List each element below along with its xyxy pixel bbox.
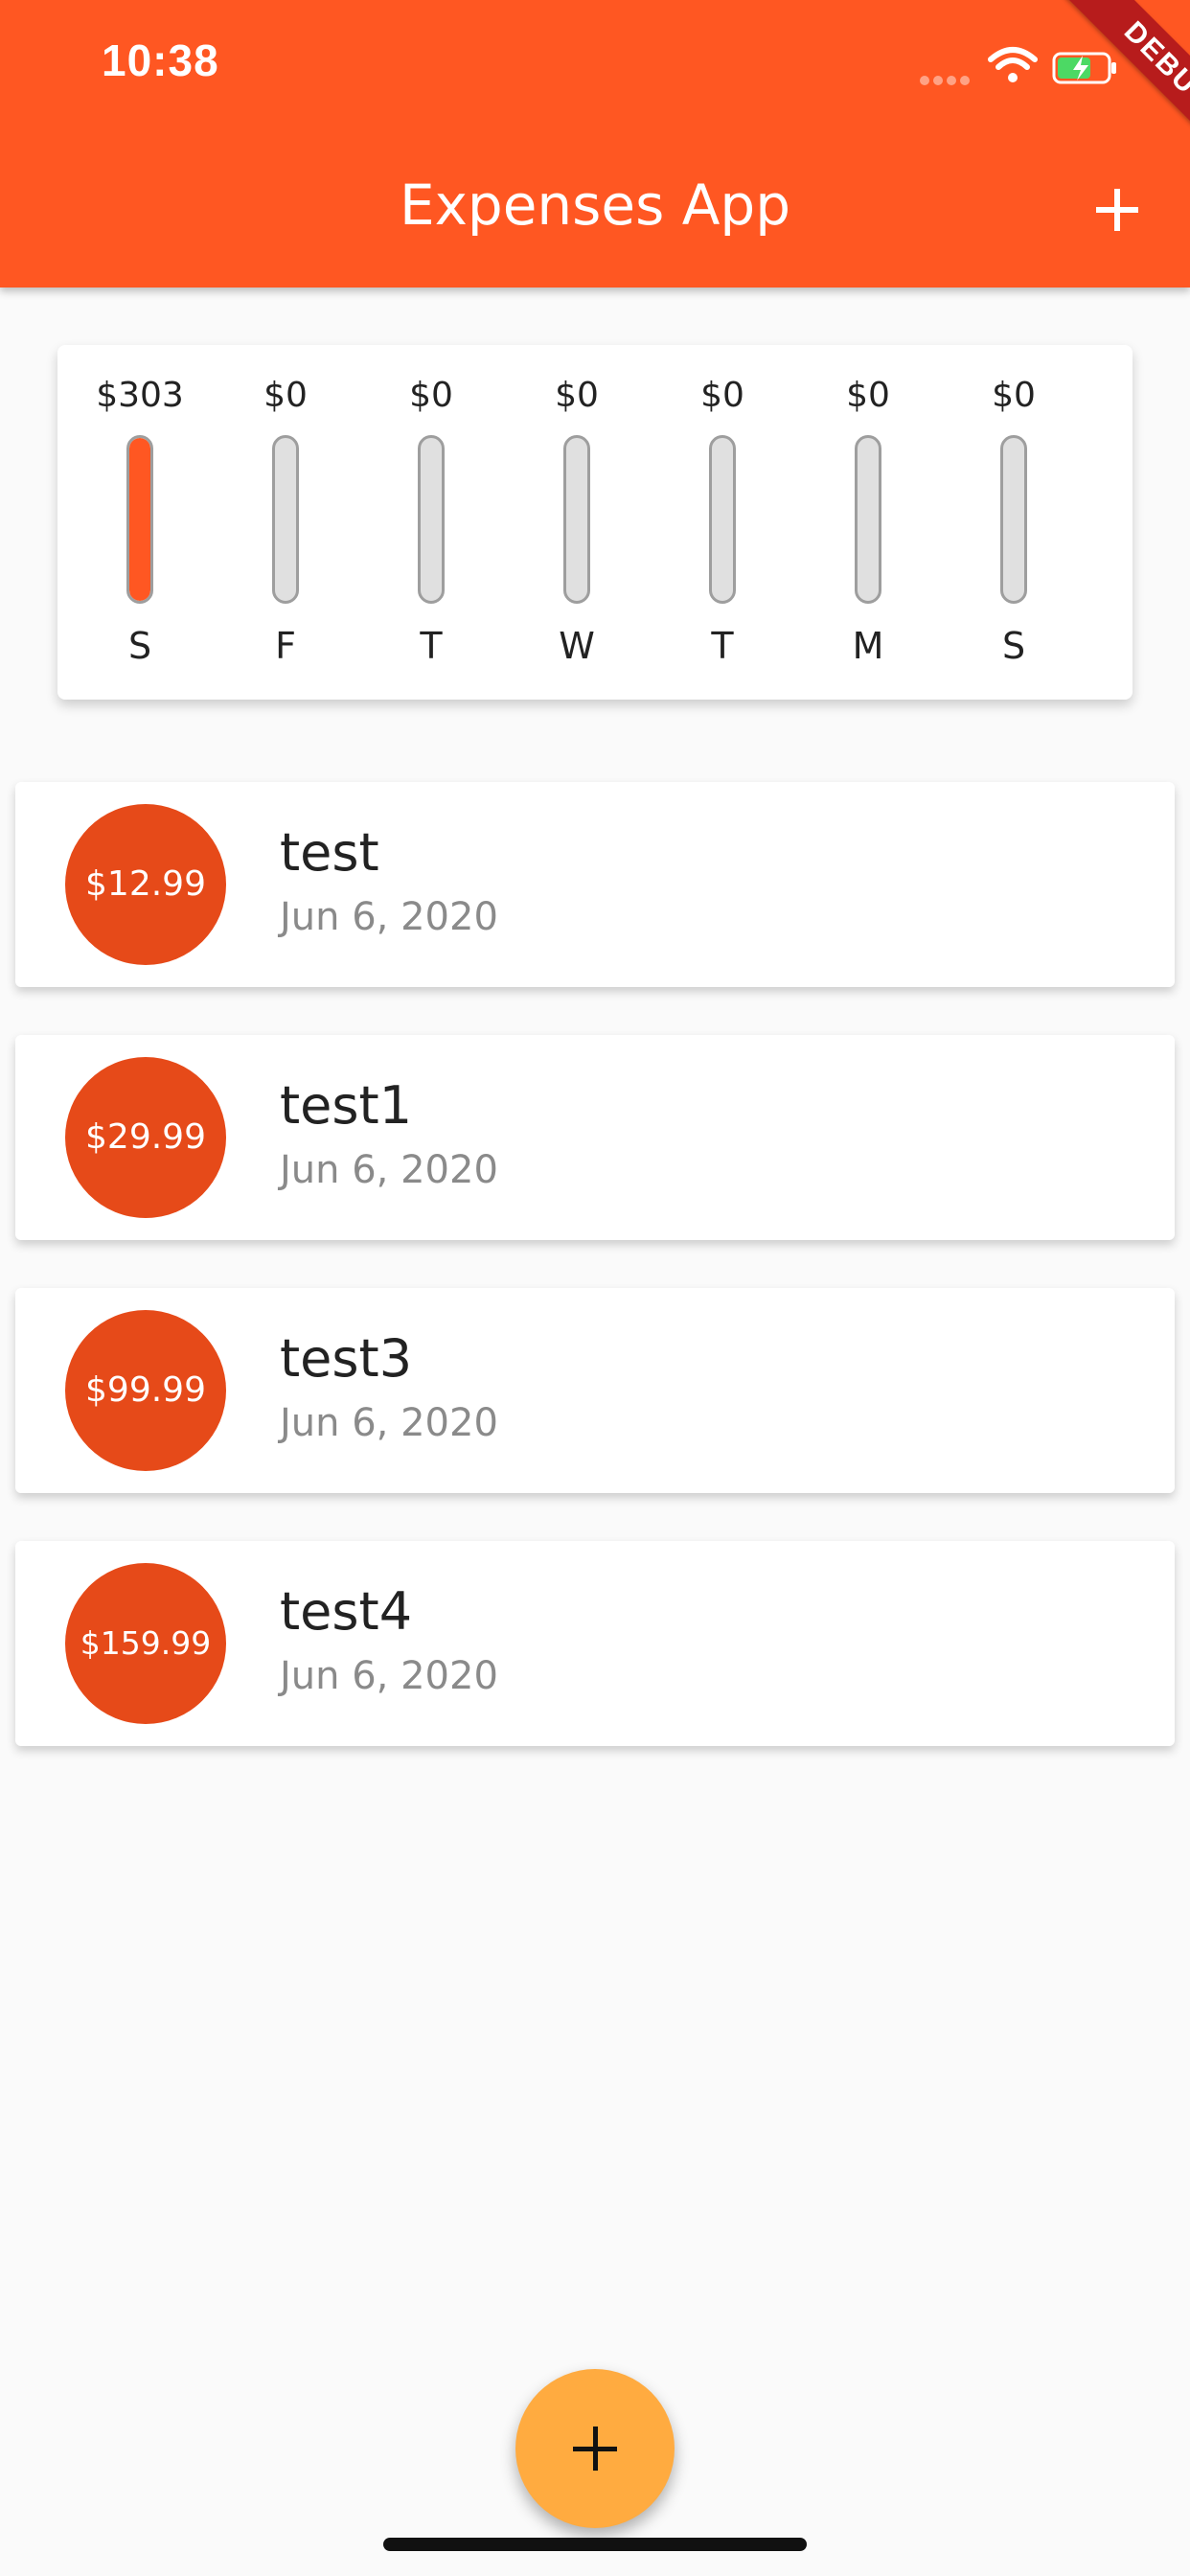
chart-bar-column: $0 T bbox=[358, 345, 504, 700]
home-indicator bbox=[383, 2538, 807, 2551]
transaction-date: Jun 6, 2020 bbox=[280, 895, 498, 939]
transaction-item[interactable]: $99.99 test3 Jun 6, 2020 bbox=[15, 1288, 1175, 1493]
chart-bar-amount: $0 bbox=[409, 376, 453, 415]
debug-banner: DEBUG bbox=[1064, 0, 1190, 172]
transaction-date: Jun 6, 2020 bbox=[280, 1148, 498, 1192]
chart-bar-day-label: W bbox=[559, 625, 595, 667]
transaction-amount-avatar: $159.99 bbox=[65, 1563, 226, 1724]
chart-bar-track bbox=[126, 435, 153, 604]
chart-bar-track bbox=[855, 435, 881, 604]
chart-bar-column: $0 F bbox=[213, 345, 358, 700]
transaction-title: test4 bbox=[280, 1581, 413, 1642]
chart-bar-column: $0 S bbox=[941, 345, 1087, 700]
chart-bar-day-label: M bbox=[852, 625, 884, 667]
chart-bar-column: $0 M bbox=[795, 345, 941, 700]
transaction-item[interactable]: $159.99 test4 Jun 6, 2020 bbox=[15, 1541, 1175, 1746]
chart-bar-track bbox=[418, 435, 445, 604]
weekly-chart-card: $303 S $0 F $0 T $0 W $0 T $0 M $0 S bbox=[57, 345, 1133, 700]
transaction-title: test1 bbox=[280, 1075, 413, 1136]
add-transaction-button[interactable] bbox=[1092, 182, 1150, 240]
app-title: Expenses App bbox=[399, 172, 791, 238]
chart-bar-fill bbox=[129, 438, 150, 601]
app-bar: 10:38 DEBUG Expenses App bbox=[0, 0, 1190, 288]
transaction-title: test3 bbox=[280, 1328, 413, 1389]
chart-bar-amount: $0 bbox=[846, 376, 890, 415]
chart-bar-track bbox=[709, 435, 736, 604]
transaction-amount-avatar: $99.99 bbox=[65, 1310, 226, 1471]
wifi-icon bbox=[988, 47, 1038, 82]
chart-bar-column: $0 T bbox=[650, 345, 795, 700]
chart-bar-amount: $0 bbox=[992, 376, 1036, 415]
chart-bar-column: $0 W bbox=[504, 345, 650, 700]
transaction-amount-avatar: $12.99 bbox=[65, 804, 226, 965]
chart-bar-track bbox=[563, 435, 590, 604]
add-transaction-fab[interactable] bbox=[515, 2369, 675, 2528]
chart-bar-amount: $0 bbox=[700, 376, 744, 415]
chart-bar-day-label: T bbox=[420, 625, 443, 667]
chart-bar-track bbox=[272, 435, 299, 604]
chart-bar-column: $303 S bbox=[67, 345, 213, 700]
chart-bar-amount: $303 bbox=[96, 376, 184, 415]
signal-icon bbox=[920, 71, 977, 85]
chart-bar-day-label: F bbox=[275, 625, 296, 667]
chart-bar-day-label: T bbox=[711, 625, 734, 667]
chart-bar-day-label: S bbox=[127, 625, 152, 667]
status-time: 10:38 bbox=[102, 35, 219, 85]
transaction-title: test bbox=[280, 822, 379, 883]
transaction-date: Jun 6, 2020 bbox=[280, 1654, 498, 1698]
transaction-amount-avatar: $29.99 bbox=[65, 1057, 226, 1218]
battery-charging-icon bbox=[1052, 52, 1116, 84]
transaction-item[interactable]: $29.99 test1 Jun 6, 2020 bbox=[15, 1035, 1175, 1240]
chart-bar-track bbox=[1000, 435, 1027, 604]
transaction-item[interactable]: $12.99 test Jun 6, 2020 bbox=[15, 782, 1175, 987]
transaction-date: Jun 6, 2020 bbox=[280, 1401, 498, 1445]
chart-bar-day-label: S bbox=[1001, 625, 1026, 667]
chart-bar-amount: $0 bbox=[555, 376, 599, 415]
chart-bar-amount: $0 bbox=[263, 376, 308, 415]
